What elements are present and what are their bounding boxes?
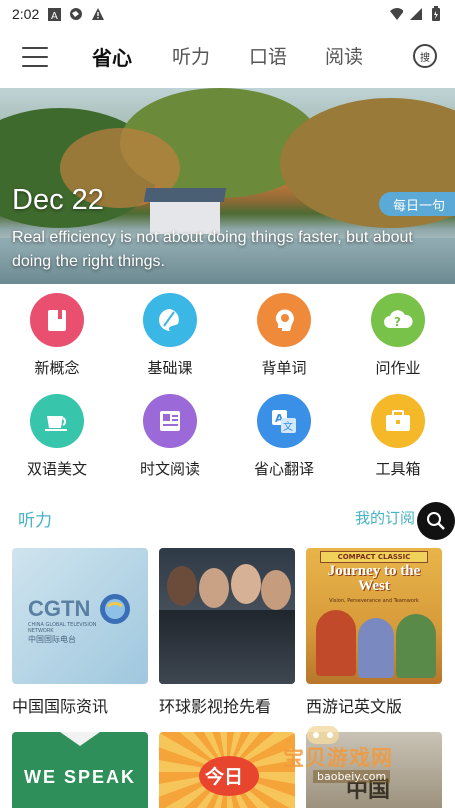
tab-listening[interactable]: 听力 [172, 42, 210, 69]
menu-line [22, 65, 48, 67]
toolbox-icon [371, 394, 425, 448]
today-card[interactable]: 今日 [159, 732, 295, 808]
feature-label: 新概念 [34, 359, 80, 377]
figure-monkey [316, 610, 356, 676]
search-label: 搜 [420, 52, 430, 64]
collar-shape [60, 732, 100, 746]
cgtn-sub-en: CHINA GLOBAL TELEVISION NETWORK [28, 622, 97, 634]
top-nav: 省心 听力 口语 阅读 搜 [0, 28, 455, 86]
svg-text:文: 文 [283, 420, 293, 433]
book-title: Journey to the West [327, 563, 421, 594]
status-time: 2:02 [12, 6, 40, 22]
journey-cover: COMPACT CLASSIC Journey to the West Visi… [306, 548, 442, 684]
poster-face [199, 568, 229, 608]
floating-search-button[interactable] [417, 502, 455, 540]
banner-quote: Real efficiency is not about doing thing… [12, 229, 413, 270]
feature-homework[interactable]: ? 问作业 [348, 293, 448, 378]
tab-reading[interactable]: 阅读 [325, 42, 363, 69]
daily-banner[interactable]: Dec 22 Real efficiency is not about doin… [0, 88, 455, 284]
globe-icon [69, 7, 83, 21]
globe-logo-icon [100, 594, 130, 624]
wifi-icon [389, 7, 403, 21]
banner-house-roof [143, 188, 227, 202]
feature-label: 工具箱 [375, 460, 421, 478]
listening-card[interactable]: COMPACT CLASSIC Journey to the West Visi… [306, 548, 442, 717]
feature-translate[interactable]: A文 省心翻译 [234, 394, 334, 479]
svg-text:?: ? [394, 315, 401, 329]
feature-label: 问作业 [375, 359, 421, 377]
cgtn-logo-text: CGTN [28, 596, 91, 621]
search-button[interactable]: 搜 [413, 44, 437, 68]
today-text: 今日 [205, 766, 244, 788]
feature-new-concept[interactable]: 新概念 [7, 293, 107, 378]
feature-basic-course[interactable]: 基础课 [120, 293, 220, 378]
listening-card[interactable]: 环球影视抢先看 [159, 548, 295, 717]
figure-companion [396, 614, 436, 678]
card-title: 环球影视抢先看 [159, 697, 272, 716]
question-cloud-icon: ? [371, 293, 425, 347]
feature-label: 双语美文 [26, 460, 87, 478]
book-icon [30, 293, 84, 347]
status-bar: 2:02 A [0, 0, 455, 28]
search-icon [427, 512, 445, 530]
menu-line [22, 56, 48, 58]
daily-sentence-tag[interactable]: 每日一句 [378, 192, 455, 216]
section-title: 听力 [18, 511, 52, 531]
feature-label: 省心翻译 [253, 460, 314, 478]
we-speak-card[interactable]: WE SPEAK [12, 732, 148, 808]
feature-label: 背单词 [261, 359, 307, 377]
feature-news-reading[interactable]: 时文阅读 [120, 394, 220, 479]
poster-bodies [159, 610, 295, 684]
feature-toolbox[interactable]: 工具箱 [348, 394, 448, 479]
coffee-icon [30, 394, 84, 448]
menu-line [22, 47, 48, 49]
menu-button[interactable] [22, 47, 48, 67]
tab-speaking[interactable]: 口语 [249, 42, 287, 69]
warning-icon [91, 7, 105, 21]
tab-shengxin[interactable]: 省心 [92, 42, 132, 71]
book-badge: COMPACT CLASSIC [320, 551, 428, 563]
watermark-url: baobeiy.com [313, 770, 391, 783]
battery-icon [429, 6, 443, 21]
figure-monk [358, 618, 394, 678]
translate-icon: A文 [257, 394, 311, 448]
my-subscriptions-link[interactable]: 我的订阅 [355, 507, 415, 528]
watermark-cn: 宝贝游戏网 [283, 746, 393, 770]
listening-card[interactable]: CGTN CHINA GLOBAL TELEVISION NETWORK 中国国… [12, 548, 148, 717]
banner-date: Dec 22 [12, 184, 104, 216]
svg-text:A: A [51, 11, 58, 21]
poster-face [261, 570, 291, 610]
feature-bilingual-essays[interactable]: 双语美文 [7, 394, 107, 479]
cell-signal-icon [409, 7, 423, 21]
head-icon [257, 293, 311, 347]
card-title: 中国国际资讯 [12, 697, 109, 716]
card-title: 西游记英文版 [306, 697, 403, 716]
poster-face [167, 566, 197, 606]
newspaper-icon [143, 394, 197, 448]
feature-vocabulary[interactable]: 背单词 [234, 293, 334, 378]
notification-a-icon: A [47, 7, 61, 21]
cgtn-sub-cn: 中国国际电台 [28, 635, 76, 644]
book-subtitle: Vision, Perseverance and Teamwork [329, 598, 419, 604]
watermark: 宝贝游戏网 baobeiy.com [283, 720, 443, 790]
movies-cover [159, 548, 295, 684]
palette-icon [143, 293, 197, 347]
we-speak-text: WE SPEAK [23, 767, 136, 787]
cgtn-cover: CGTN CHINA GLOBAL TELEVISION NETWORK 中国国… [12, 548, 148, 684]
feature-label: 时文阅读 [139, 460, 200, 478]
feature-label: 基础课 [147, 359, 193, 377]
listening-section-header: 听力 我的订阅 [0, 500, 455, 532]
poster-face [231, 564, 261, 604]
